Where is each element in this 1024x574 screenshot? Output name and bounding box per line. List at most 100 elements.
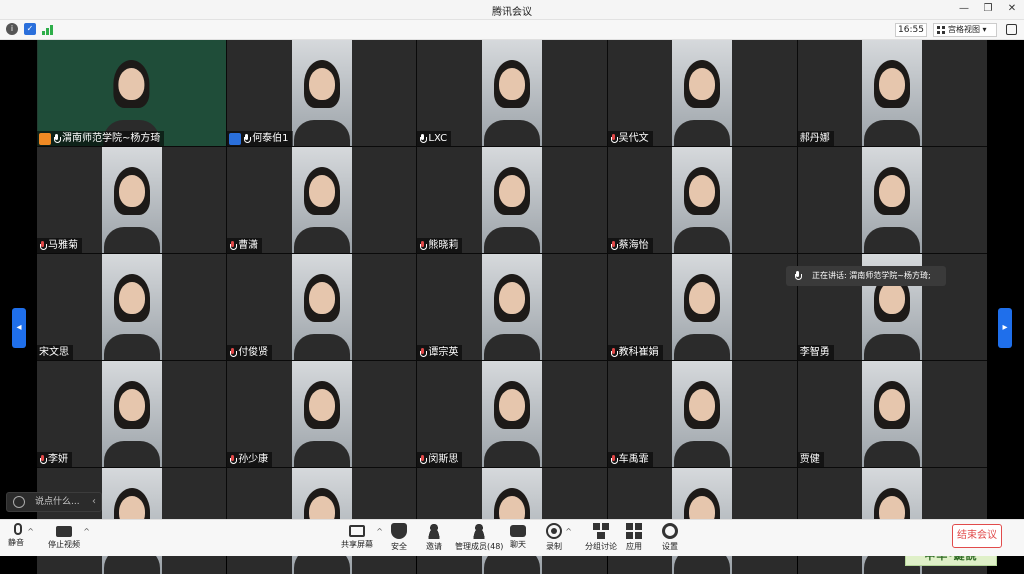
participant-name: 何泰伯1: [252, 133, 289, 144]
participant-body: [674, 227, 731, 253]
participant-body: [674, 120, 731, 146]
gear-icon: [662, 523, 678, 539]
participant-face: [689, 389, 716, 421]
participant-tile[interactable]: 蔡海怡: [607, 147, 797, 253]
mic-muted-icon: [610, 240, 618, 251]
prev-page-button[interactable]: ◂: [12, 308, 26, 348]
participant-tile[interactable]: 闵斯思: [417, 361, 607, 467]
participant-video: [862, 147, 923, 253]
participant-tile[interactable]: 教科崔娟: [607, 254, 797, 360]
participant-body: [864, 120, 921, 146]
participant-tile[interactable]: 车禹霏: [607, 361, 797, 467]
chat-icon: [510, 525, 526, 537]
participant-body: [674, 334, 731, 360]
window-title: 腾讯会议: [492, 7, 532, 18]
grid-view-label: 宫格视图: [948, 25, 980, 34]
participant-tile[interactable]: 熊晓莉: [417, 147, 607, 253]
minimize-icon[interactable]: —: [958, 3, 970, 14]
chat-button[interactable]: 聊天: [510, 523, 526, 550]
participant-name: 贾健: [799, 454, 820, 465]
mic-muted-icon: [419, 454, 428, 465]
participant-face: [689, 68, 716, 100]
invite-button[interactable]: 邀请: [426, 523, 442, 552]
security-label: 安全: [391, 542, 407, 551]
shield-icon[interactable]: ✓: [24, 23, 36, 35]
restore-icon[interactable]: ❐: [982, 3, 994, 14]
settings-button[interactable]: 设置: [662, 523, 678, 552]
participant-tile[interactable]: 付俊贤: [227, 254, 417, 360]
participant-tile[interactable]: 谭宗英: [417, 254, 607, 360]
participant-tile[interactable]: 马雅菊: [37, 147, 227, 253]
participant-body: [674, 441, 731, 467]
participant-name: 教科崔娟: [618, 347, 659, 358]
next-page-button[interactable]: ▸: [998, 308, 1012, 348]
share-screen-button[interactable]: 共享屏幕: [341, 523, 383, 550]
participant-namebar: LXC: [417, 131, 452, 146]
participant-video: [481, 147, 542, 253]
participant-face: [308, 175, 335, 207]
chevron-left-icon[interactable]: ‹: [92, 493, 96, 511]
participant-tile[interactable]: 何泰伯1: [227, 40, 417, 146]
record-button[interactable]: 录制: [546, 523, 572, 552]
participant-namebar: 马雅菊: [37, 238, 82, 253]
participant-tile[interactable]: 渭南师范学院~杨方琦: [37, 40, 227, 146]
info-icon[interactable]: i: [6, 23, 18, 35]
participant-name: 谭宗英: [428, 347, 459, 358]
participant-name: 曹潇: [238, 240, 259, 251]
mic-muted-icon: [610, 454, 618, 465]
apps-button[interactable]: 应用: [626, 523, 642, 552]
meeting-toolbar: 静音 停止视频 共享屏幕 安全 邀请 管理成员(48) 聊天 录制 分组讨论 应…: [0, 519, 1024, 556]
participant-video: [672, 254, 733, 360]
participant-namebar: 吴代文: [607, 131, 653, 146]
participant-name: 孙少康: [238, 454, 269, 465]
signal-icon[interactable]: [42, 23, 56, 35]
participant-tile[interactable]: 曹潇: [227, 147, 417, 253]
participant-tile[interactable]: 李妍: [37, 361, 227, 467]
apps-icon: [626, 523, 642, 539]
participant-tile[interactable]: 郝丹娜: [797, 40, 987, 146]
participant-tile[interactable]: 孙少康: [227, 361, 417, 467]
participant-video: [481, 40, 542, 146]
breakout-button[interactable]: 分组讨论: [585, 523, 617, 552]
mic-muted-icon: [229, 454, 238, 465]
mute-label: 静音: [8, 538, 24, 547]
fullscreen-icon[interactable]: [1006, 24, 1017, 35]
participant-namebar: 李妍: [37, 452, 72, 467]
participant-tile[interactable]: 贾健: [797, 361, 987, 467]
participant-face: [118, 389, 145, 421]
mute-button[interactable]: 静音: [8, 523, 34, 548]
participant-video: [862, 361, 923, 467]
stop-video-button[interactable]: 停止视频: [48, 523, 90, 550]
participant-face: [118, 175, 145, 207]
participant-tile[interactable]: 吴代文: [607, 40, 797, 146]
participant-tile[interactable]: [797, 147, 987, 253]
emoji-icon[interactable]: [13, 496, 25, 508]
end-meeting-button[interactable]: 结束会议: [952, 524, 1002, 548]
meeting-topbar: i ✓ 16:55 宫格视图 ▾: [0, 20, 1024, 40]
participant-body: [864, 334, 921, 360]
close-icon[interactable]: ✕: [1006, 3, 1018, 14]
participant-body: [483, 441, 540, 467]
participant-face: [308, 282, 335, 314]
grid-view-dropdown[interactable]: 宫格视图 ▾: [933, 23, 997, 37]
chat-input[interactable]: 说点什么... ‹: [6, 492, 102, 512]
participant-video: [862, 40, 923, 146]
host-icon: [39, 132, 51, 145]
participants-button[interactable]: 管理成员(48): [455, 523, 503, 552]
shield-icon: [391, 523, 407, 539]
participant-tile[interactable]: 宋文思: [37, 254, 227, 360]
participant-name: 郝丹娜: [799, 133, 830, 144]
participant-tile[interactable]: LXC: [417, 40, 607, 146]
participant-namebar: 何泰伯1: [227, 131, 293, 146]
participant-face: [308, 389, 335, 421]
participant-name: 李智勇: [799, 347, 830, 358]
stop-video-label: 停止视频: [48, 540, 80, 549]
participant-name: 马雅菊: [48, 240, 78, 251]
participant-namebar: 熊晓莉: [417, 238, 463, 253]
participant-namebar: 曹潇: [227, 238, 263, 253]
mic-muted-icon: [229, 240, 238, 251]
participant-name: 李妍: [48, 454, 68, 465]
security-button[interactable]: 安全: [391, 523, 407, 552]
participant-name: 渭南师范学院~杨方琦: [62, 133, 161, 144]
participant-face: [498, 282, 525, 314]
